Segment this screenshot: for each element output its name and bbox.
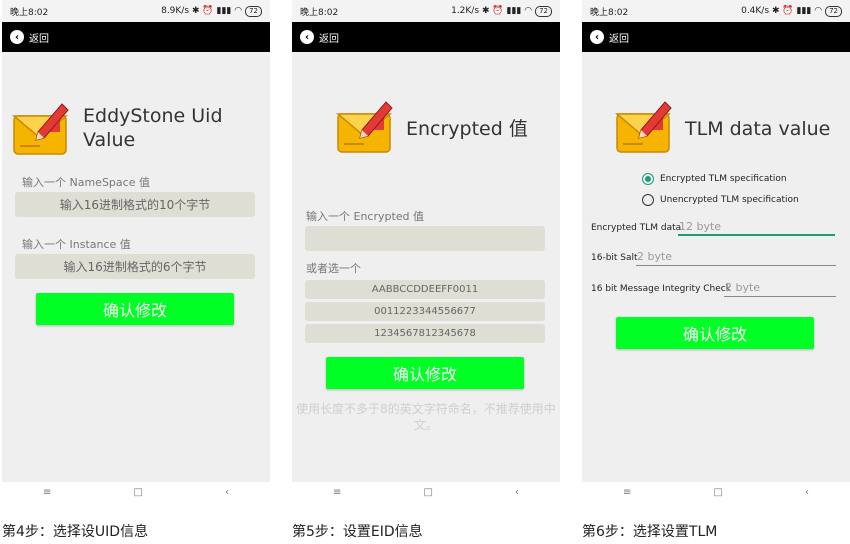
tlm-data-input[interactable]: 12 byte	[678, 220, 835, 236]
phone-screen: 晚上8:02 0.4K/s ✱ ⏰ ▮▮▮ ◠ 72 ‹ 返回 TLM data…	[582, 0, 850, 502]
back-icon[interactable]: ‹	[515, 487, 519, 498]
title-bar: ‹ 返回	[292, 22, 560, 52]
home-icon[interactable]: □	[713, 487, 722, 498]
network-speed: 1.2K/s	[451, 6, 480, 16]
title-bar: ‹ 返回	[582, 22, 850, 52]
envelope-pencil-icon	[335, 101, 393, 153]
menu-icon[interactable]: ≡	[43, 487, 51, 498]
status-bar: 晚上8:02 0.4K/s ✱ ⏰ ▮▮▮ ◠ 72	[582, 0, 850, 22]
confirm-button[interactable]: 确认修改	[326, 357, 524, 389]
back-label[interactable]: 返回	[29, 30, 49, 45]
back-icon[interactable]: ‹	[805, 487, 809, 498]
hint-text: 使用长度不多于8的英文字符命名，不推荐使用中文。	[296, 402, 556, 432]
status-time: 晚上8:02	[10, 7, 49, 18]
salt-input[interactable]: 2 byte	[636, 250, 836, 266]
choose-label: 或者选一个	[306, 262, 361, 275]
content: EddyStone Uid Value 输入一个 NameSpace 值 输入1…	[2, 52, 270, 482]
title-bar: ‹ 返回	[2, 22, 270, 52]
mic-label: 16 bit Message Integrity Check	[591, 284, 731, 294]
menu-icon[interactable]: ≡	[623, 487, 631, 498]
android-nav-bar: ≡ □ ‹	[292, 482, 560, 502]
battery-icon: 72	[535, 5, 552, 17]
radio-encrypted-label: Encrypted TLM specification	[660, 174, 787, 184]
instance-input[interactable]: 输入16进制格式的6个字节	[15, 254, 255, 279]
panel-eid: 晚上8:02 1.2K/s ✱ ⏰ ▮▮▮ ◠ 72 ‹ 返回 Encrypte…	[292, 0, 560, 544]
back-arrow-icon[interactable]: ‹	[300, 30, 314, 44]
radio-unencrypted[interactable]: Unencrypted TLM specification	[642, 194, 799, 206]
namespace-input[interactable]: 输入16进制格式的10个字节	[15, 192, 255, 217]
content: Encrypted 值 输入一个 Encrypted 值 或者选一个 AABBC…	[292, 52, 560, 482]
battery-icon: 72	[825, 5, 842, 17]
envelope-pencil-icon	[11, 103, 69, 155]
battery-icon: 72	[245, 5, 262, 17]
android-nav-bar: ≡ □ ‹	[582, 482, 850, 502]
option-2[interactable]: 0011223344556677	[305, 302, 545, 321]
back-label[interactable]: 返回	[319, 30, 339, 45]
envelope-pencil-icon	[614, 101, 672, 153]
encrypted-label: 输入一个 Encrypted 值	[306, 210, 425, 223]
status-time: 晚上8:02	[300, 7, 339, 18]
step-caption: 第4步：选择设UID信息	[2, 524, 149, 540]
radio-encrypted[interactable]: Encrypted TLM specification	[642, 173, 787, 185]
radio-unencrypted-label: Unencrypted TLM specification	[660, 195, 799, 205]
back-arrow-icon[interactable]: ‹	[10, 30, 24, 44]
step-caption: 第6步：选择设置TLM	[582, 524, 718, 540]
tlm-data-label: Encrypted TLM data	[591, 223, 682, 233]
salt-label: 16-bit Salt	[591, 253, 638, 263]
mic-input[interactable]: 2 byte	[724, 281, 836, 297]
namespace-label: 输入一个 NameSpace 值	[22, 176, 150, 189]
status-icons: ✱ ⏰ ▮▮▮ ◠	[192, 6, 243, 16]
phone-screen: 晚上8:02 8.9K/s ✱ ⏰ ▮▮▮ ◠ 72 ‹ 返回 EddySton…	[2, 0, 270, 502]
panel-tlm: 晚上8:02 0.4K/s ✱ ⏰ ▮▮▮ ◠ 72 ‹ 返回 TLM data…	[582, 0, 850, 544]
option-3[interactable]: 1234567812345678	[305, 324, 545, 343]
page-title: Encrypted 值	[406, 118, 528, 140]
panel-uid: 晚上8:02 8.9K/s ✱ ⏰ ▮▮▮ ◠ 72 ‹ 返回 EddySton…	[2, 0, 270, 544]
page-title: TLM data value	[685, 118, 831, 140]
option-1[interactable]: AABBCCDDEEFF0011	[305, 280, 545, 299]
back-label[interactable]: 返回	[609, 30, 629, 45]
network-speed: 8.9K/s	[161, 6, 190, 16]
status-icons: ✱ ⏰ ▮▮▮ ◠	[482, 6, 533, 16]
step-caption: 第5步：设置EID信息	[292, 524, 423, 540]
radio-unchecked-icon[interactable]	[642, 194, 654, 206]
back-icon[interactable]: ‹	[225, 487, 229, 498]
encrypted-input[interactable]	[305, 226, 545, 251]
page-title: EddyStone Uid Value	[83, 105, 223, 151]
status-bar: 晚上8:02 8.9K/s ✱ ⏰ ▮▮▮ ◠ 72	[2, 0, 270, 22]
back-arrow-icon[interactable]: ‹	[590, 30, 604, 44]
android-nav-bar: ≡ □ ‹	[2, 482, 270, 502]
status-time: 晚上8:02	[590, 7, 629, 18]
instance-label: 输入一个 Instance 值	[22, 238, 131, 251]
confirm-button[interactable]: 确认修改	[36, 293, 234, 325]
content: TLM data value Encrypted TLM specificati…	[582, 52, 850, 482]
home-icon[interactable]: □	[423, 487, 432, 498]
phone-screen: 晚上8:02 1.2K/s ✱ ⏰ ▮▮▮ ◠ 72 ‹ 返回 Encrypte…	[292, 0, 560, 502]
network-speed: 0.4K/s	[741, 6, 770, 16]
confirm-button[interactable]: 确认修改	[616, 317, 814, 349]
status-bar: 晚上8:02 1.2K/s ✱ ⏰ ▮▮▮ ◠ 72	[292, 0, 560, 22]
status-icons: ✱ ⏰ ▮▮▮ ◠	[772, 6, 823, 16]
home-icon[interactable]: □	[133, 487, 142, 498]
menu-icon[interactable]: ≡	[333, 487, 341, 498]
radio-checked-icon[interactable]	[642, 173, 654, 185]
